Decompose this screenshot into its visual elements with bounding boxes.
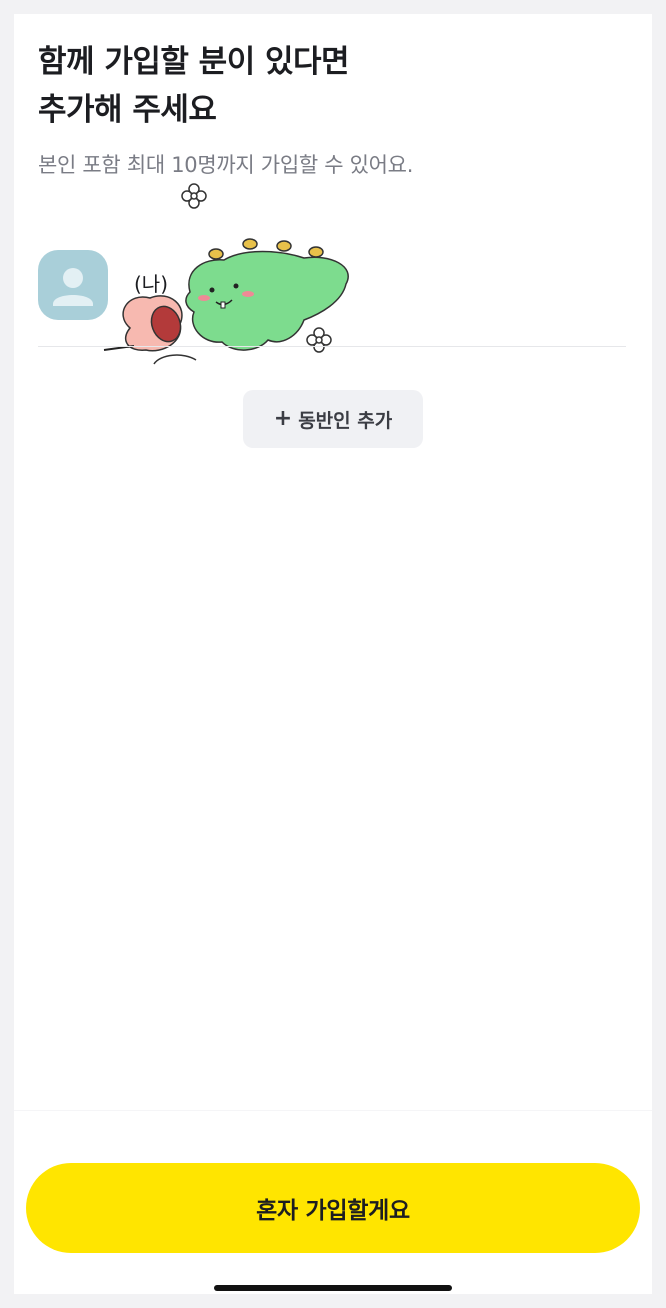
app-screen: 함께 가입할 분이 있다면 추가해 주세요 본인 포함 최대 10명까지 가입할… xyxy=(14,14,652,1294)
add-companion-label: 동반인 추가 xyxy=(298,409,393,432)
member-list-divider xyxy=(38,346,626,347)
home-indicator xyxy=(214,1285,452,1291)
join-alone-button[interactable]: 혼자 가입할게요 xyxy=(26,1163,640,1253)
dragon-and-peach-sticker-icon xyxy=(103,183,349,365)
add-companion-button[interactable]: + 동반인 추가 xyxy=(243,390,423,448)
bottom-area-separator xyxy=(14,1110,652,1111)
plus-icon: + xyxy=(273,406,293,431)
page-title: 함께 가입할 분이 있다면 추가해 주세요 xyxy=(38,38,350,134)
page-title-line-2: 추가해 주세요 xyxy=(38,92,217,128)
page-title-line-1: 함께 가입할 분이 있다면 xyxy=(38,44,350,80)
